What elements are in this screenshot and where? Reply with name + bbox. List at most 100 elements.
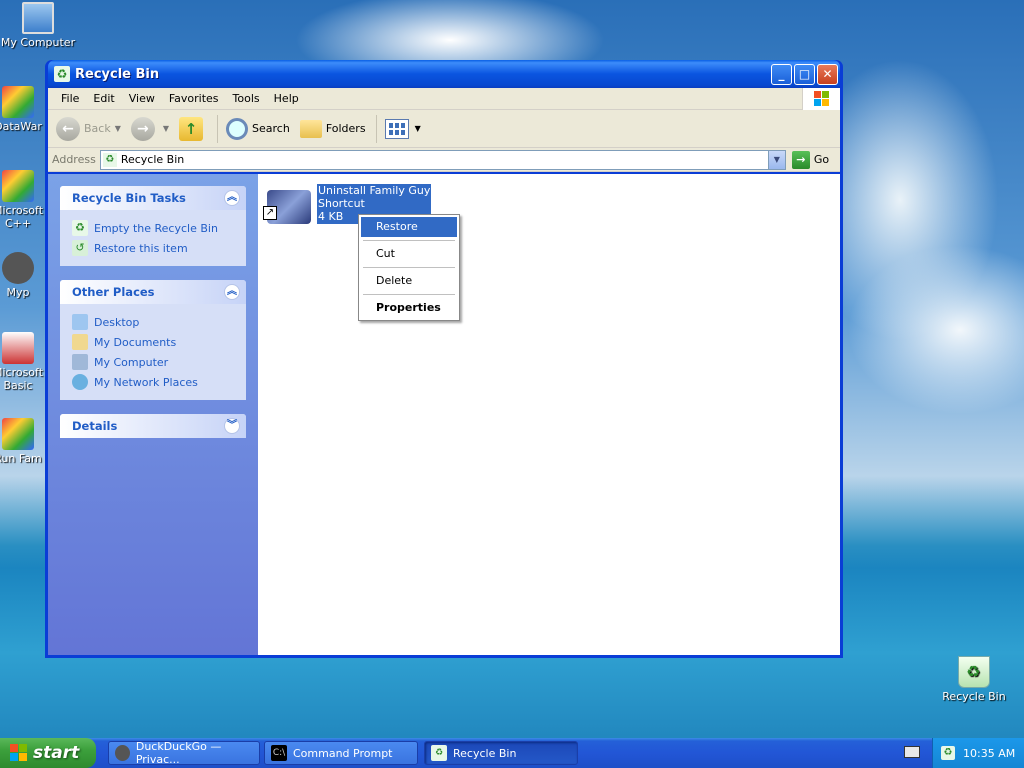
properties-menu-item[interactable]: Properties bbox=[361, 298, 457, 318]
taskbar-item-duckduckgo[interactable]: DuckDuckGo — Privac... bbox=[108, 740, 260, 766]
menu-view[interactable]: View bbox=[122, 92, 162, 105]
folder-up-icon: ↑ bbox=[179, 116, 204, 141]
delete-menu-item[interactable]: Delete bbox=[361, 271, 457, 291]
taskbar-item-recycle-bin[interactable]: ♻ Recycle Bin bbox=[424, 741, 578, 765]
shortcut-icon: ↗ bbox=[263, 186, 311, 224]
taskbar: start DuckDuckGo — Privac... C:\ Command… bbox=[0, 738, 1024, 768]
recycle-bin-icon: ♻ bbox=[72, 220, 88, 236]
address-field[interactable]: ♻ Recycle Bin ▼ bbox=[99, 149, 786, 170]
folder-icon bbox=[299, 119, 322, 138]
myp-desktop-icon[interactable]: Myp bbox=[0, 252, 46, 299]
context-menu: Restore Cut Delete Properties bbox=[358, 214, 460, 321]
menu-file[interactable]: File bbox=[54, 92, 86, 105]
collapse-icon[interactable]: ︽ bbox=[224, 284, 240, 300]
toolbar-separator bbox=[217, 114, 219, 143]
restore-menu-item[interactable]: Restore bbox=[361, 217, 457, 237]
title-bar[interactable]: ♻ Recycle Bin _ □ ✕ bbox=[48, 60, 840, 88]
microsoft-cpp-desktop-icon[interactable]: Microsoft C++ bbox=[0, 170, 46, 230]
windows-logo bbox=[802, 88, 840, 110]
my-computer-desktop-icon[interactable]: My Computer bbox=[0, 2, 76, 49]
network-icon bbox=[72, 374, 88, 390]
back-arrow-icon: ← bbox=[56, 116, 80, 141]
menu-separator bbox=[363, 294, 455, 295]
go-button[interactable]: → Go bbox=[791, 150, 829, 169]
address-dropdown-button[interactable]: ▼ bbox=[767, 150, 785, 169]
recycle-bin-icon: ♻ bbox=[54, 66, 70, 82]
folders-button[interactable]: Folders bbox=[299, 119, 366, 138]
place-my-computer-link[interactable]: My Computer bbox=[72, 352, 234, 372]
maximize-button[interactable]: □ bbox=[794, 63, 815, 85]
restore-item-link[interactable]: ↺ Restore this item bbox=[72, 238, 234, 258]
details-panel: Details ︾ bbox=[60, 414, 246, 438]
search-button[interactable]: Search bbox=[226, 117, 290, 140]
forward-button[interactable]: → ▼ bbox=[130, 116, 170, 141]
command-prompt-icon: C:\ bbox=[271, 745, 287, 761]
menu-favorites[interactable]: Favorites bbox=[162, 92, 226, 105]
menu-bar: File Edit View Favorites Tools Help bbox=[48, 88, 840, 110]
menu-separator bbox=[363, 240, 455, 241]
task-pane: Recycle Bin Tasks ︽ ♻ Empty the Recycle … bbox=[48, 174, 258, 655]
microsoft-basic-desktop-icon[interactable]: Microsoft Basic bbox=[0, 332, 46, 392]
views-icon bbox=[384, 118, 409, 139]
recycle-bin-icon: ♻ bbox=[102, 152, 117, 167]
recycle-bin-desktop-icon[interactable]: Recycle Bin bbox=[936, 656, 1012, 703]
computer-icon bbox=[22, 2, 54, 34]
views-button[interactable]: ▼ bbox=[384, 118, 421, 139]
panel-header[interactable]: Other Places ︽ bbox=[60, 280, 246, 304]
window-title: Recycle Bin bbox=[75, 66, 160, 82]
address-bar: Address ♻ Recycle Bin ▼ → Go bbox=[48, 148, 840, 172]
other-places-panel: Other Places ︽ Desktop My Documents My C… bbox=[60, 280, 246, 400]
search-icon bbox=[226, 117, 249, 140]
menu-tools[interactable]: Tools bbox=[226, 92, 267, 105]
place-my-network-places-link[interactable]: My Network Places bbox=[72, 372, 234, 392]
place-desktop-link[interactable]: Desktop bbox=[72, 312, 234, 332]
app-icon bbox=[2, 170, 34, 202]
windows-flag-icon bbox=[814, 91, 830, 107]
panel-header[interactable]: Details ︾ bbox=[60, 414, 246, 438]
recycle-bin-tray-icon[interactable]: ♻ bbox=[941, 746, 955, 760]
folder-icon bbox=[72, 334, 88, 350]
app-icon bbox=[2, 418, 34, 450]
restore-icon: ↺ bbox=[72, 240, 88, 256]
toolbar: ← Back ▼ → ▼ ↑ Search Folders ▼ bbox=[48, 110, 840, 148]
menu-edit[interactable]: Edit bbox=[86, 92, 121, 105]
expand-icon[interactable]: ︾ bbox=[224, 418, 240, 434]
panel-header[interactable]: Recycle Bin Tasks ︽ bbox=[60, 186, 246, 210]
close-button[interactable]: ✕ bbox=[817, 63, 838, 85]
address-label: Address bbox=[52, 153, 96, 166]
recycle-bin-tasks-panel: Recycle Bin Tasks ︽ ♻ Empty the Recycle … bbox=[60, 186, 246, 266]
menu-help[interactable]: Help bbox=[267, 92, 306, 105]
menu-separator bbox=[363, 267, 455, 268]
run-family-desktop-icon[interactable]: Run Fam bbox=[0, 418, 46, 465]
datawar-desktop-icon[interactable]: DataWar bbox=[0, 86, 46, 133]
raccoon-icon bbox=[2, 252, 34, 284]
clock[interactable]: 10:35 AM bbox=[963, 747, 1015, 760]
minimize-button[interactable]: _ bbox=[771, 63, 792, 85]
keyboard-icon[interactable] bbox=[904, 746, 920, 758]
chevron-down-icon: ▼ bbox=[414, 124, 421, 133]
windows-flag-icon bbox=[10, 744, 28, 762]
app-icon bbox=[2, 86, 34, 118]
computer-icon bbox=[72, 354, 88, 370]
start-button[interactable]: start bbox=[0, 738, 96, 768]
toolbar-separator bbox=[375, 114, 377, 143]
file-list-area[interactable]: ↗ Uninstall Family Guy Shortcut 4 KB bbox=[258, 174, 840, 655]
back-button[interactable]: ← Back ▼ bbox=[56, 116, 121, 141]
go-arrow-icon: → bbox=[791, 150, 810, 169]
raccoon-icon bbox=[115, 745, 130, 761]
taskbar-item-command-prompt[interactable]: C:\ Command Prompt bbox=[264, 741, 418, 765]
cut-menu-item[interactable]: Cut bbox=[361, 244, 457, 264]
collapse-icon[interactable]: ︽ bbox=[224, 190, 240, 206]
chevron-down-icon: ▼ bbox=[114, 124, 121, 133]
system-tray: ♻ 10:35 AM bbox=[932, 738, 1024, 768]
place-my-documents-link[interactable]: My Documents bbox=[72, 332, 234, 352]
recycle-bin-icon: ♻ bbox=[431, 745, 447, 761]
shortcut-arrow-icon: ↗ bbox=[263, 206, 277, 220]
recycle-bin-icon bbox=[958, 656, 990, 688]
desktop-icon bbox=[72, 314, 88, 330]
chevron-down-icon: ▼ bbox=[162, 124, 170, 133]
up-button[interactable]: ↑ bbox=[179, 116, 207, 141]
empty-recycle-bin-link[interactable]: ♻ Empty the Recycle Bin bbox=[72, 218, 234, 238]
forward-arrow-icon: → bbox=[130, 116, 155, 141]
app-icon bbox=[2, 332, 34, 364]
